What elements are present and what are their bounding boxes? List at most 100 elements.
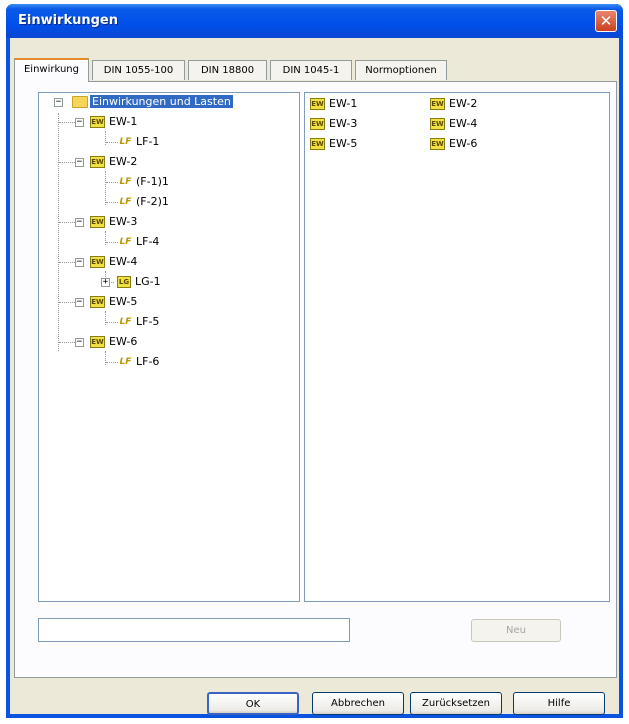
tree-node-label: EW-1 <box>109 115 138 128</box>
tree-node-label: (F-2)1 <box>136 195 169 208</box>
tree-node-lg-1[interactable]: LG LG-1 <box>117 273 161 291</box>
tree-node-lf-5[interactable]: LF LF-5 <box>118 313 160 331</box>
lastfall-icon: LF <box>119 177 132 187</box>
tree-node-label: EW-3 <box>109 215 138 228</box>
tree-node-lf-1[interactable]: LF LF-1 <box>118 133 160 151</box>
collapse-toggle[interactable]: − <box>75 298 84 307</box>
tree-node-f1[interactable]: LF (F-1)1 <box>118 173 169 191</box>
reset-button[interactable]: Zurücksetzen <box>410 692 502 715</box>
einwirkung-icon: EW <box>90 296 105 308</box>
tree-node-ew-5[interactable]: EW EW-5 <box>90 293 137 311</box>
lastfall-icon: LF <box>119 237 132 247</box>
list-item-label: EW-6 <box>449 137 478 150</box>
tree-connector <box>106 142 118 143</box>
tree-node-ew-3[interactable]: EW EW-3 <box>90 213 137 231</box>
help-button[interactable]: Hilfe <box>513 692 605 715</box>
help-button-label: Hilfe <box>547 698 571 709</box>
title-bar[interactable]: Einwirkungen ✕ <box>6 4 623 38</box>
list-item-label: EW-1 <box>329 97 358 110</box>
tab-normoptionen[interactable]: Normoptionen <box>355 60 447 80</box>
einwirkung-icon: EW <box>90 256 105 268</box>
einwirkung-icon: EW <box>90 116 105 128</box>
collapse-toggle[interactable]: − <box>54 98 63 107</box>
name-input[interactable] <box>38 618 350 642</box>
einwirkung-icon: EW <box>90 336 105 348</box>
reset-button-label: Zurücksetzen <box>422 698 490 709</box>
tree-node-ew-4[interactable]: EW EW-4 <box>90 253 137 271</box>
list-item-ew-2[interactable]: EW EW-2 <box>430 95 477 113</box>
lastfall-icon: LF <box>119 137 132 147</box>
list-item-ew-3[interactable]: EW EW-3 <box>310 115 357 133</box>
tab-label: DIN 1055-100 <box>103 65 174 76</box>
einwirkung-icon: EW <box>90 156 105 168</box>
lastgruppe-icon: LG <box>117 276 131 288</box>
tab-einwirkung[interactable]: Einwirkung <box>14 58 89 82</box>
list-item-label: EW-2 <box>449 97 478 110</box>
tab-din-1055-100[interactable]: DIN 1055-100 <box>92 60 185 80</box>
lastfall-icon: LF <box>119 357 132 367</box>
tree-node-ew-2[interactable]: EW EW-2 <box>90 153 137 171</box>
tree-node-label: LF-1 <box>136 135 160 148</box>
new-button[interactable]: Neu <box>471 619 561 642</box>
tree-connector <box>106 182 118 183</box>
list-item-ew-5[interactable]: EW EW-5 <box>310 135 357 153</box>
list-item-ew-1[interactable]: EW EW-1 <box>310 95 357 113</box>
tree-node-label: Einwirkungen und Lasten <box>90 95 233 108</box>
list-item-label: EW-4 <box>449 117 478 130</box>
tab-label: DIN 18800 <box>200 65 255 76</box>
tree-root-node[interactable]: Einwirkungen und Lasten <box>72 93 233 111</box>
tree-node-label: (F-1)1 <box>136 175 169 188</box>
tree-node-label: LF-4 <box>136 235 160 248</box>
tree-connector <box>106 322 118 323</box>
tree-view[interactable]: − Einwirkungen und Lasten − EW EW-1 LF LF-… <box>38 92 300 602</box>
tab-panel-einwirkung: − Einwirkungen und Lasten − EW EW-1 LF LF-… <box>14 81 617 678</box>
collapse-toggle[interactable]: − <box>75 158 84 167</box>
tree-node-ew-6[interactable]: EW EW-6 <box>90 333 137 351</box>
expand-toggle[interactable]: + <box>101 278 110 287</box>
cancel-button[interactable]: Abbrechen <box>312 692 404 715</box>
tab-label: Normoptionen <box>365 65 437 76</box>
tree-node-label: EW-6 <box>109 335 138 348</box>
close-icon: ✕ <box>599 12 613 30</box>
tab-label: Einwirkung <box>23 64 79 75</box>
list-view[interactable]: EW EW-1 EW EW-2 EW EW-3 EW EW-4 EW EW-5 EW EW-… <box>304 92 610 602</box>
tree-node-ew-1[interactable]: EW EW-1 <box>90 113 137 131</box>
tree-connector <box>106 202 118 203</box>
tab-din-18800[interactable]: DIN 18800 <box>188 60 267 80</box>
einwirkung-icon: EW <box>310 98 325 110</box>
collapse-toggle[interactable]: − <box>75 218 84 227</box>
einwirkung-icon: EW <box>430 98 445 110</box>
einwirkung-icon: EW <box>310 118 325 130</box>
einwirkung-icon: EW <box>90 216 105 228</box>
collapse-toggle[interactable]: − <box>75 258 84 267</box>
tree-node-lf-6[interactable]: LF LF-6 <box>118 353 160 371</box>
collapse-toggle[interactable]: − <box>75 118 84 127</box>
tab-label: DIN 1045-1 <box>282 65 340 76</box>
list-item-ew-4[interactable]: EW EW-4 <box>430 115 477 133</box>
einwirkung-icon: EW <box>310 138 325 150</box>
ok-button-label: OK <box>245 699 261 710</box>
tree-node-label: EW-4 <box>109 255 138 268</box>
lastfall-icon: LF <box>119 317 132 327</box>
einwirkung-icon: EW <box>430 118 445 130</box>
list-item-label: EW-3 <box>329 117 358 130</box>
tree-node-label: LF-6 <box>136 355 160 368</box>
close-button[interactable]: ✕ <box>595 10 617 32</box>
tree-connector <box>106 362 118 363</box>
window-title: Einwirkungen <box>18 13 119 28</box>
ok-button[interactable]: OK <box>207 692 299 715</box>
list-item-ew-6[interactable]: EW EW-6 <box>430 135 477 153</box>
tree-node-label: EW-5 <box>109 295 138 308</box>
tree-guide-line <box>58 113 59 351</box>
tree-connector <box>106 242 118 243</box>
tree-node-f2[interactable]: LF (F-2)1 <box>118 193 169 211</box>
cancel-button-label: Abbrechen <box>331 698 385 709</box>
tree-node-label: EW-2 <box>109 155 138 168</box>
folder-icon <box>72 96 88 108</box>
collapse-toggle[interactable]: − <box>75 338 84 347</box>
tree-node-lf-4[interactable]: LF LF-4 <box>118 233 160 251</box>
tab-din-1045-1[interactable]: DIN 1045-1 <box>270 60 352 80</box>
einwirkung-icon: EW <box>430 138 445 150</box>
tree-node-label: LF-5 <box>136 315 160 328</box>
list-item-label: EW-5 <box>329 137 358 150</box>
